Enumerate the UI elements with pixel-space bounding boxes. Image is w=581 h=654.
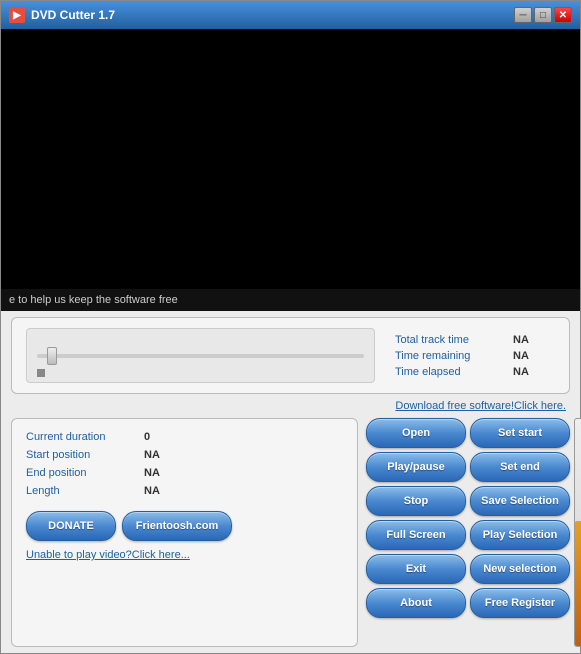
title-buttons: ─ □ ✕ xyxy=(514,7,572,23)
bottom-section: Current duration 0 Start position NA End… xyxy=(11,418,570,647)
info-panel: Current duration 0 Start position NA End… xyxy=(11,418,358,647)
save-selection-button[interactable]: Save Selection xyxy=(470,486,570,516)
unable-to-play-link[interactable]: Unable to play video?Click here... xyxy=(26,547,343,563)
length-row: Length NA xyxy=(26,485,343,497)
start-position-label: Start position xyxy=(26,449,136,461)
main-window: ▶ DVD Cutter 1.7 ─ □ ✕ e to help us keep… xyxy=(0,0,581,654)
length-label: Length xyxy=(26,485,136,497)
download-link[interactable]: Download free software!Click here. xyxy=(11,400,570,412)
time-remaining-label: Time remaining xyxy=(395,350,505,362)
end-position-value: NA xyxy=(144,467,160,479)
main-content: Total track time NA Time remaining NA Ti… xyxy=(1,311,580,653)
total-track-time-label: Total track time xyxy=(395,334,505,346)
stop-button[interactable]: Stop xyxy=(366,486,466,516)
info-panel-buttons: DONATE Frientoosh.com xyxy=(26,511,343,541)
time-elapsed-label: Time elapsed xyxy=(395,366,505,378)
video-display xyxy=(1,29,580,289)
set-start-button[interactable]: Set start xyxy=(470,418,570,448)
total-track-time-row: Total track time NA xyxy=(395,334,555,346)
title-bar: ▶ DVD Cutter 1.7 ─ □ ✕ xyxy=(1,1,580,29)
set-end-button[interactable]: Set end xyxy=(470,452,570,482)
battery-indicator xyxy=(574,418,581,647)
start-position-value: NA xyxy=(144,449,160,461)
close-button[interactable]: ✕ xyxy=(554,7,572,23)
buttons-row-4: Full Screen Play Selection xyxy=(366,520,570,550)
time-remaining-row: Time remaining NA xyxy=(395,350,555,362)
timeline-slider[interactable] xyxy=(26,328,375,383)
maximize-button[interactable]: □ xyxy=(534,7,552,23)
slider-handle[interactable] xyxy=(47,347,57,365)
exit-button[interactable]: Exit xyxy=(366,554,466,584)
time-elapsed-row: Time elapsed NA xyxy=(395,366,555,378)
start-position-row: Start position NA xyxy=(26,449,343,461)
buttons-row-2: Play/pause Set end xyxy=(366,452,570,482)
slider-track xyxy=(37,354,364,358)
about-button[interactable]: About xyxy=(366,588,466,618)
play-pause-button[interactable]: Play/pause xyxy=(366,452,466,482)
donate-button[interactable]: DONATE xyxy=(26,511,116,541)
current-duration-value: 0 xyxy=(144,431,150,443)
total-track-time-value: NA xyxy=(513,334,529,346)
new-selection-button[interactable]: New selection xyxy=(470,554,570,584)
track-info: Total track time NA Time remaining NA Ti… xyxy=(395,334,555,378)
frientoosh-button[interactable]: Frientoosh.com xyxy=(122,511,232,541)
full-screen-button[interactable]: Full Screen xyxy=(366,520,466,550)
time-elapsed-value: NA xyxy=(513,366,529,378)
track-panel: Total track time NA Time remaining NA Ti… xyxy=(11,317,570,394)
buttons-row-6: About Free Register xyxy=(366,588,570,618)
ticker-text: e to help us keep the software free xyxy=(9,294,178,306)
minimize-button[interactable]: ─ xyxy=(514,7,532,23)
open-button[interactable]: Open xyxy=(366,418,466,448)
app-icon: ▶ xyxy=(9,7,25,23)
slider-marker xyxy=(37,369,45,377)
buttons-row-3: Stop Save Selection xyxy=(366,486,570,516)
window-title: DVD Cutter 1.7 xyxy=(31,8,514,22)
battery-fill xyxy=(575,521,581,646)
time-remaining-value: NA xyxy=(513,350,529,362)
length-value: NA xyxy=(144,485,160,497)
play-selection-button[interactable]: Play Selection xyxy=(470,520,570,550)
end-position-label: End position xyxy=(26,467,136,479)
ticker-bar: e to help us keep the software free xyxy=(1,289,580,311)
control-buttons-panel: Open Set start Play/pause Set end Stop S… xyxy=(366,418,570,647)
free-register-button[interactable]: Free Register xyxy=(470,588,570,618)
current-duration-label: Current duration xyxy=(26,431,136,443)
current-duration-row: Current duration 0 xyxy=(26,431,343,443)
end-position-row: End position NA xyxy=(26,467,343,479)
buttons-row-5: Exit New selection xyxy=(366,554,570,584)
buttons-row-1: Open Set start xyxy=(366,418,570,448)
